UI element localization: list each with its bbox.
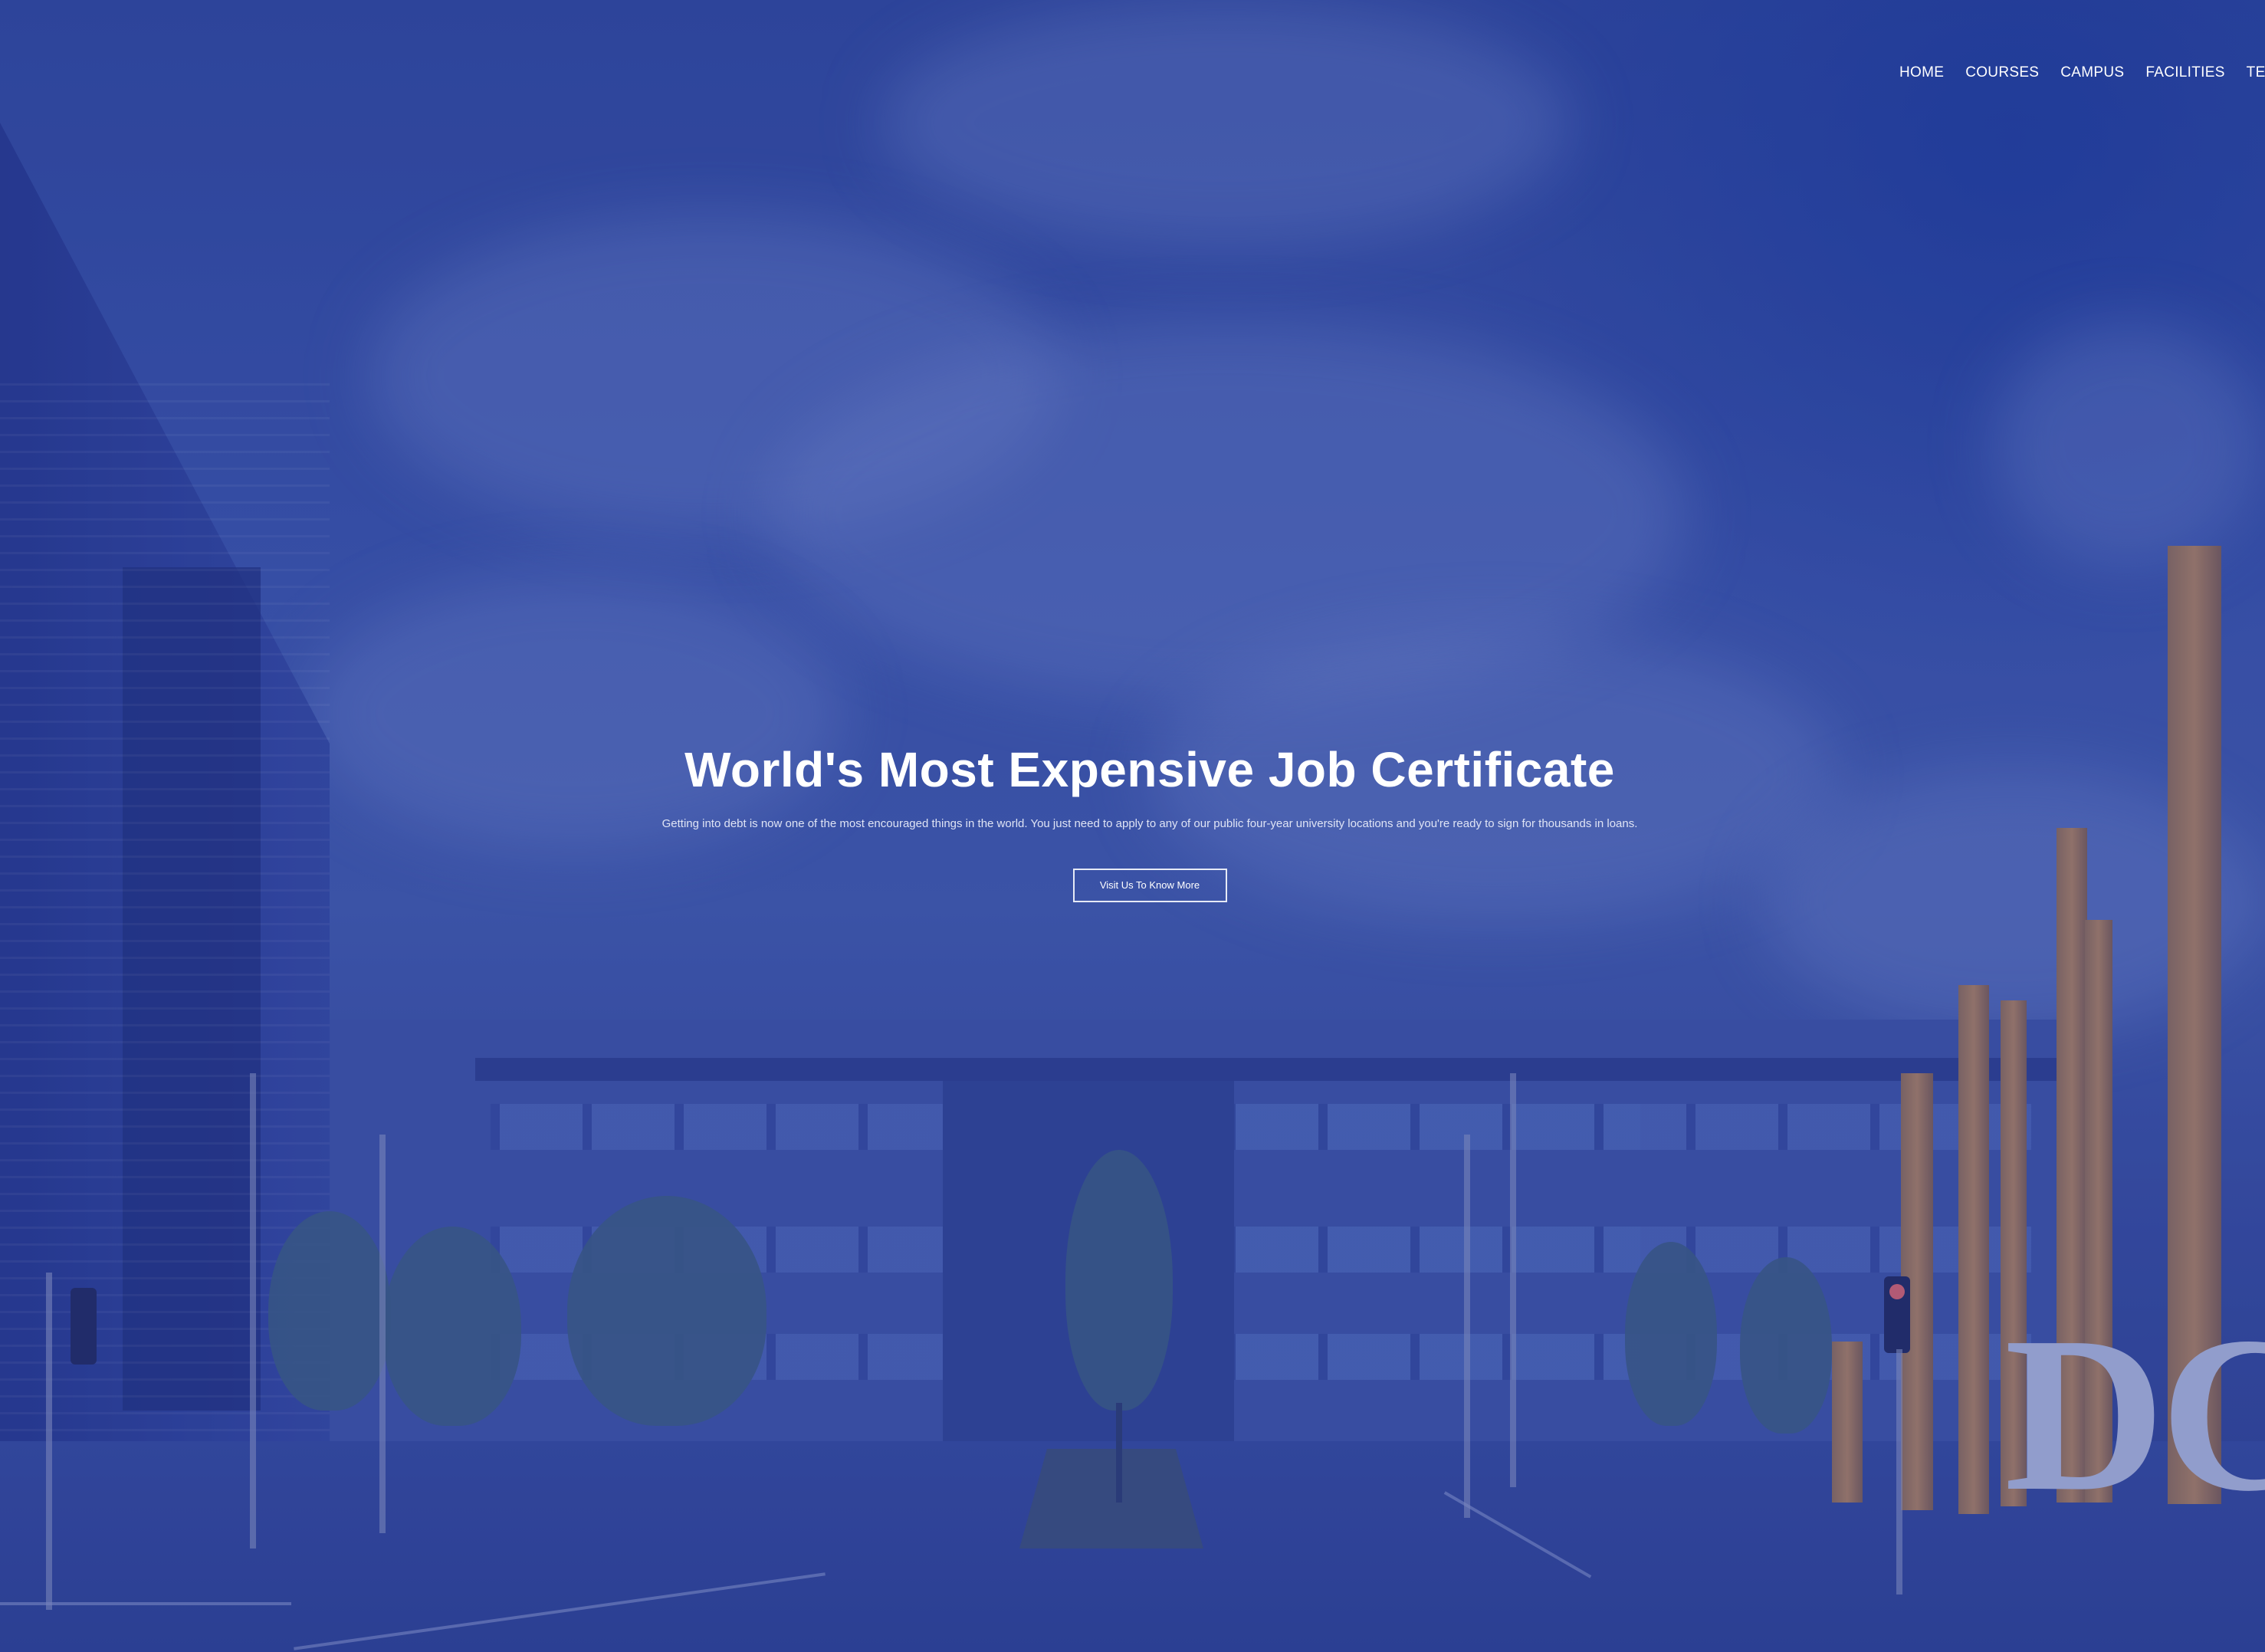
hero-subtitle: Getting into debt is now one of the most… [661,816,1638,830]
nav-item-testimonials[interactable]: TESTIMO [2247,64,2265,81]
nav-item-facilities[interactable]: FACILITIES [2145,64,2224,81]
hero-content: World's Most Expensive Job Certificate G… [0,742,2265,902]
nav-item-campus[interactable]: CAMPUS [2060,64,2124,81]
main-nav: HOME COURSES CAMPUS FACILITIES TESTIMO [1899,64,2265,81]
hero-title: World's Most Expensive Job Certificate [684,742,1615,797]
nav-item-home[interactable]: HOME [1899,64,1944,81]
nav-item-courses[interactable]: COURSES [1965,64,2039,81]
visit-us-button[interactable]: Visit Us To Know More [1072,868,1227,902]
hero-section: DC HOME COURSES CAMPUS FACILITIES TESTIM… [0,0,2265,1652]
